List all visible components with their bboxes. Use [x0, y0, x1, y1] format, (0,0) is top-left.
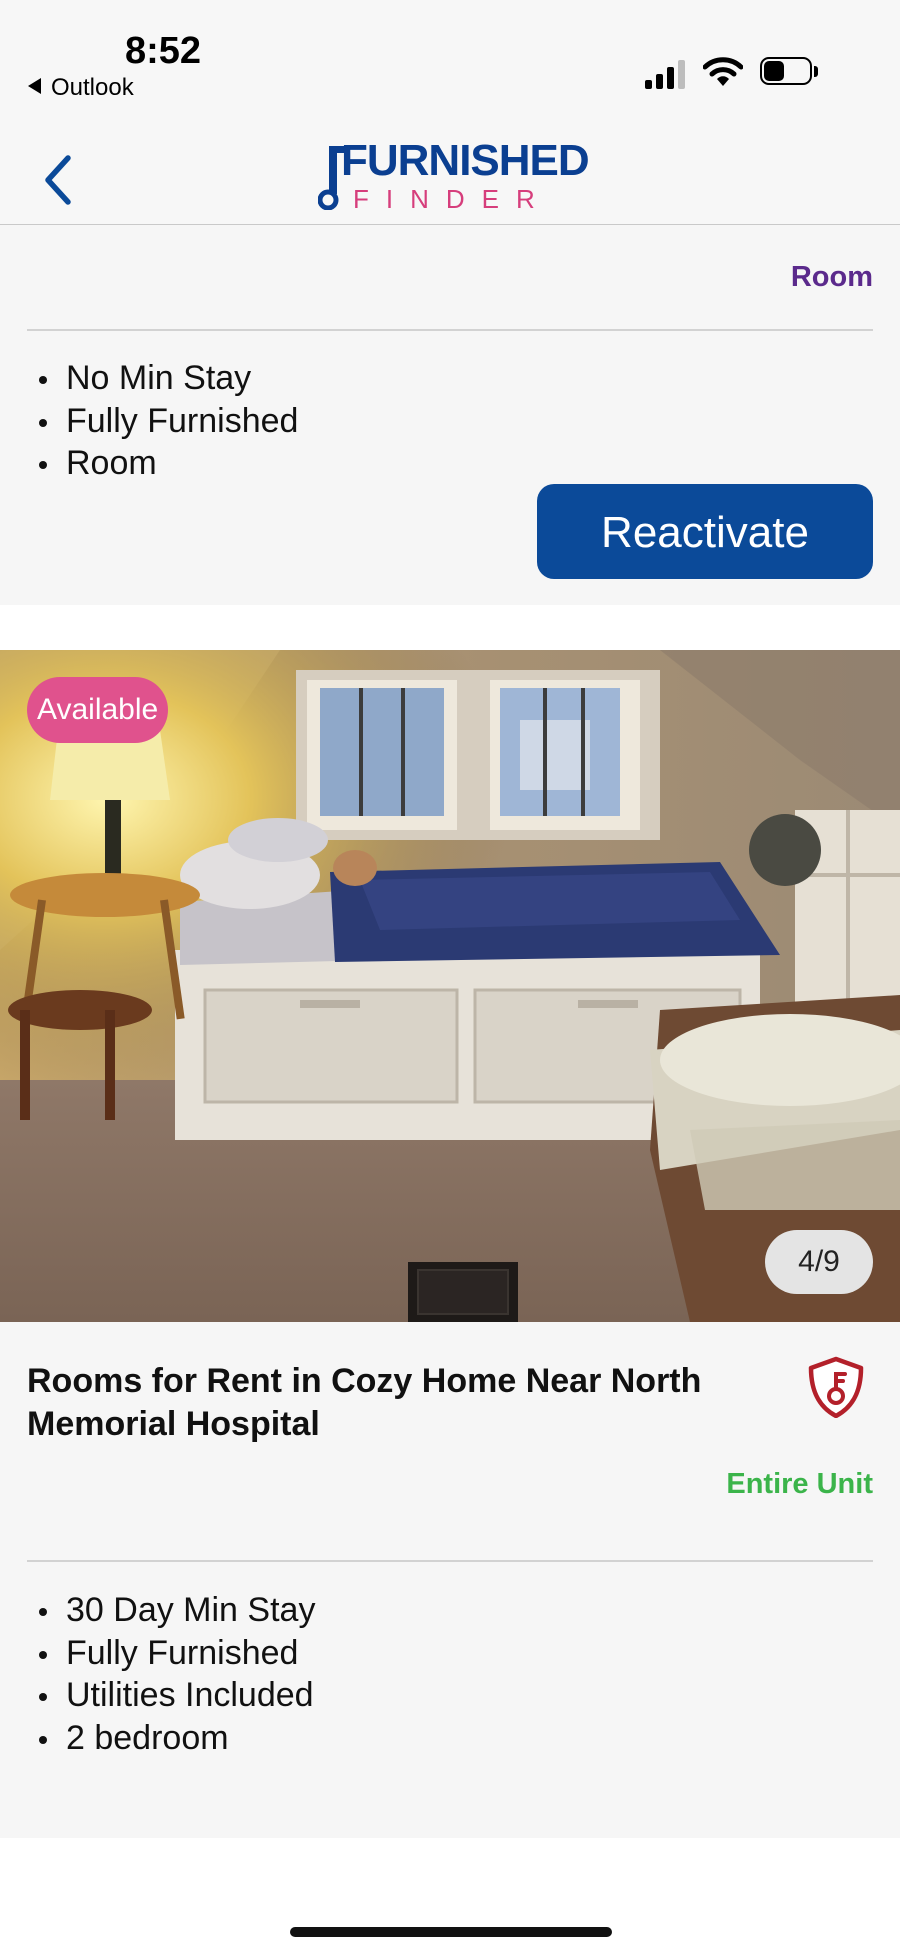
list-item: Room — [36, 442, 298, 485]
list-item: Utilities Included — [36, 1674, 315, 1717]
listing-type-label: Entire Unit — [726, 1468, 873, 1500]
list-item: Fully Furnished — [36, 400, 298, 443]
listing-type-label: Room — [790, 261, 873, 293]
back-chevron-icon[interactable] — [38, 150, 78, 210]
reactivate-button[interactable]: Reactivate — [537, 484, 873, 579]
app-header: FURNISHED FINDER — [0, 110, 900, 225]
back-app-label: Outlook — [51, 74, 134, 101]
status-time: 8:52 — [125, 30, 202, 72]
availability-badge: Available — [27, 677, 169, 743]
list-item: Fully Furnished — [36, 1632, 315, 1675]
listing-photo[interactable]: Available 4/9 — [0, 650, 900, 1322]
feature-list: No Min Stay Fully Furnished Room — [36, 357, 298, 485]
wifi-icon — [703, 57, 743, 86]
battery-icon — [760, 57, 820, 87]
divider — [27, 1560, 873, 1562]
logo-word-finder: FINDER — [353, 184, 552, 214]
list-item: No Min Stay — [36, 357, 298, 400]
logo-word-furnished: FURNISHED — [341, 136, 590, 185]
divider — [27, 329, 873, 331]
furnished-finder-logo: FURNISHED FINDER — [318, 136, 590, 220]
status-bar: 8:52 Outlook — [0, 0, 900, 110]
feature-list: 30 Day Min Stay Fully Furnished Utilitie… — [36, 1589, 315, 1759]
signal-icon — [645, 59, 687, 89]
list-item: 30 Day Min Stay — [36, 1589, 315, 1632]
verified-shield-icon — [808, 1356, 864, 1418]
back-to-app-link[interactable]: Outlook — [28, 74, 134, 102]
battery-level-fill — [764, 61, 784, 81]
back-triangle-icon — [28, 78, 41, 94]
home-indicator[interactable] — [290, 1927, 612, 1937]
listing-title[interactable]: Rooms for Rent in Cozy Home Near North M… — [27, 1360, 717, 1445]
listing-card[interactable]: Available 4/9 Rooms for Rent in Cozy Hom… — [0, 650, 900, 1838]
listing-card[interactable]: Room No Min Stay Fully Furnished Room Re… — [0, 225, 900, 605]
photo-counter: 4/9 — [765, 1230, 873, 1294]
list-item: 2 bedroom — [36, 1717, 315, 1760]
bedroom-photo-image — [0, 650, 900, 1322]
